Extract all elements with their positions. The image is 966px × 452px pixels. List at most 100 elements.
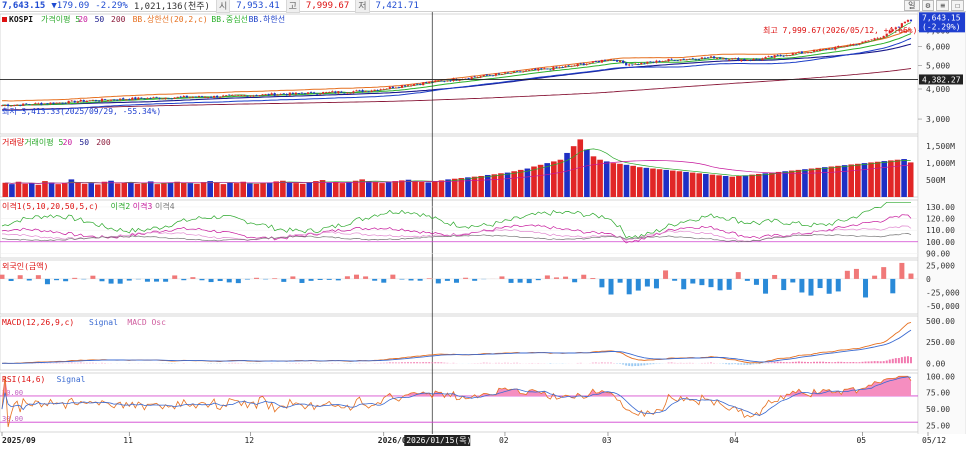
candle-body [652, 61, 655, 63]
candle-body [782, 55, 785, 57]
candle-body [515, 70, 519, 72]
candle-body [312, 92, 316, 94]
candle-body [297, 93, 301, 94]
macd-osc-bar [900, 357, 903, 364]
legend-label: BB.하한선 [249, 14, 286, 24]
menu-icon[interactable]: ≡ [936, 0, 950, 11]
volume-bar [75, 182, 81, 197]
foreign-bar [463, 277, 469, 279]
macd-osc-bar [628, 363, 631, 366]
macd-osc-bar [640, 363, 643, 366]
foreign-bar [254, 277, 260, 279]
macd-osc-bar [791, 361, 794, 364]
volume-bar [101, 181, 108, 197]
candle-body [534, 68, 537, 70]
foreign-bar [744, 278, 750, 281]
candle-body [158, 98, 161, 99]
volume-bar [623, 164, 630, 197]
disparity-legend-label: 이격3 [133, 201, 153, 211]
volume-bar [517, 169, 524, 197]
macd-legend-label: MACD(12,26,9,c) [2, 318, 74, 327]
candle-body [725, 58, 728, 60]
settings-icon[interactable]: ⚙ [921, 0, 935, 11]
macd-osc-bar [779, 361, 782, 364]
macd-osc-bar [731, 363, 734, 365]
candle-body [349, 92, 352, 94]
volume-bar [663, 169, 669, 197]
foreign-bar [708, 278, 714, 288]
x-tick-label: 04 [729, 436, 739, 445]
candle-body [767, 56, 770, 58]
candle-body [737, 57, 740, 61]
candle-body [706, 57, 710, 59]
volume-bar [570, 146, 577, 197]
candle-body [570, 65, 573, 67]
candle-body [682, 58, 685, 60]
candle-body [206, 97, 210, 99]
foreign-bar [644, 278, 650, 287]
candle-body [264, 94, 267, 95]
macd-osc-bar [428, 362, 431, 364]
volume-bar [868, 162, 874, 197]
macd-osc-bar [897, 358, 900, 364]
foreign-bar [417, 278, 423, 281]
macd-osc-bar [819, 361, 822, 364]
candle-body [64, 103, 67, 104]
foreign-bar [544, 275, 550, 279]
candle-body [761, 58, 764, 61]
volume-bar [597, 159, 603, 197]
volume-bar [901, 159, 907, 197]
period-day-button[interactable]: 일 [904, 0, 920, 11]
foreign-bar [17, 275, 23, 279]
window-icon[interactable]: ☐ [951, 0, 964, 11]
macd-osc-bar [806, 362, 809, 364]
low-annotation: 최저 3,413.33(2025/09/29, -55.34%) [2, 106, 161, 116]
candle-body [155, 96, 158, 98]
candle-body [779, 54, 782, 56]
foreign-bar [508, 278, 514, 283]
macd-osc-bar [813, 361, 816, 364]
x-tick-label: 05/12 [922, 436, 946, 445]
stock-chart[interactable]: 3,0004,0005,0006,0007,0004,382.277,643.1… [0, 12, 966, 452]
foreign-bar [381, 278, 387, 283]
high-annotation: 최고 7,999.67(2026/05/12, +4.66%) [763, 25, 917, 35]
foreign-bar [244, 278, 250, 280]
candle-body [434, 80, 437, 83]
macd-osc-bar [416, 362, 419, 364]
volume-bar [445, 179, 451, 197]
volume-bar [306, 182, 313, 197]
foreign-bar [817, 278, 823, 289]
foreign-bar [572, 278, 578, 283]
macd-osc-bar [431, 362, 434, 364]
candle-body [437, 80, 440, 82]
macd-osc-bar [885, 360, 888, 364]
candle-body [870, 39, 873, 41]
candle-body [113, 99, 116, 101]
candle-body [152, 97, 155, 99]
volume-bar [299, 183, 306, 197]
macd-osc-bar [652, 363, 655, 365]
candle-body [149, 98, 152, 100]
macd-osc-bar [882, 361, 885, 364]
macd-osc-bar [867, 361, 870, 364]
candle-body [628, 64, 631, 66]
candle-body [3, 105, 7, 106]
candle-body [822, 49, 825, 50]
candle-body [6, 104, 10, 107]
candle-body [279, 93, 282, 95]
macd-osc-bar [625, 363, 628, 366]
volume-bar [696, 173, 703, 197]
macd-osc-bar [752, 363, 755, 365]
macd-osc-bar [909, 357, 912, 364]
candle-body [446, 80, 449, 82]
volume-bar [2, 182, 9, 197]
macd-osc-bar [425, 362, 428, 364]
candle-body [831, 48, 834, 50]
volume-bar [161, 183, 167, 197]
candle-body [188, 97, 191, 98]
volume-bar [167, 182, 174, 197]
volume-bar [233, 183, 240, 197]
volume-bar [676, 171, 683, 197]
candle-body [685, 59, 688, 61]
foreign-bar [353, 274, 359, 279]
